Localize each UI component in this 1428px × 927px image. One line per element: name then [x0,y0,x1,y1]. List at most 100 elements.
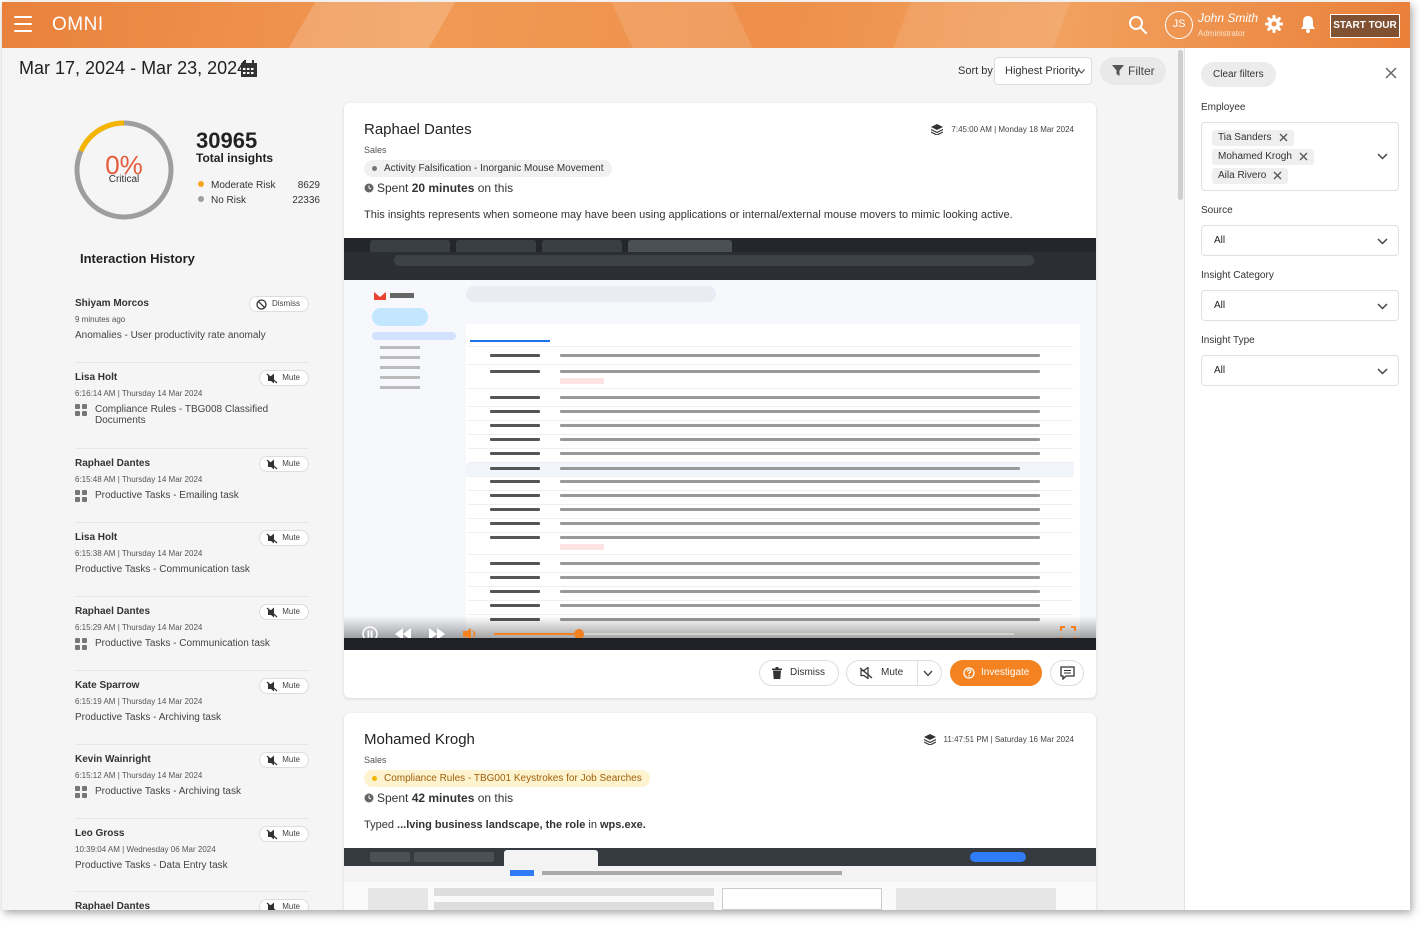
history-item[interactable]: Shiyam Morcos Dismiss 9 minutes ago Anom… [75,296,309,341]
scrollbar[interactable] [1178,50,1183,200]
bell-icon[interactable] [1299,14,1317,34]
grid-icon [75,404,88,417]
divider [75,744,309,745]
mute-icon [266,459,278,470]
total-insights-label: Total insights [196,151,274,165]
date-range[interactable]: Mar 17, 2024 - Mar 23, 2024 [19,58,247,79]
recorded-app-ribbon [344,882,1096,910]
search-icon[interactable] [1128,15,1148,35]
spent-value: 42 minutes [411,791,475,805]
mute-button[interactable]: Mute [259,899,309,910]
history-desc: Productive Tasks - Archiving task [75,712,221,723]
close-icon[interactable] [1273,171,1282,180]
app-window: OMNI JS John Smith Administrator START T… [2,2,1410,910]
spent-prefix: Spent [377,791,409,805]
card-employee-name[interactable]: Raphael Dantes [364,121,472,138]
insight-tag-text: Compliance Rules - TBG001 Keystrokes for… [384,773,642,784]
gmail-inbox-list [466,324,1080,650]
mute-button[interactable]: Mute [259,826,309,842]
recorded-app-tabs [344,848,1096,866]
employee-multiselect[interactable]: Tia Sanders Mohamed Krogh Aila Rivero [1201,122,1399,191]
typed-prefix: Typed [364,819,394,831]
investigate-label: Investigate [981,667,1030,678]
mute-button[interactable]: Mute [259,604,309,620]
no-risk-value: 22336 [292,195,320,206]
layers-icon [923,734,936,745]
clear-filters-button[interactable]: Clear filters [1201,62,1276,87]
history-item[interactable]: Raphael Dantes Mute [75,891,309,910]
card-timestamp-text: 7:45:00 AM | Monday 18 Mar 2024 [951,125,1074,134]
history-desc: Productive Tasks - Communication task [75,564,250,575]
mute-icon [266,607,278,618]
dismiss-button[interactable]: Dismiss [249,296,309,312]
mute-button[interactable]: Mute [259,752,309,768]
history-desc-text: Compliance Rules - TBG008 Classified Doc… [95,404,269,426]
history-desc: Anomalies - User productivity rate anoma… [75,330,266,341]
mute-button[interactable]: Mute [259,530,309,546]
card-timestamp: 11:47:51 PM | Saturday 16 Mar 2024 [923,734,1074,745]
history-time: 6:15:38 AM | Thursday 14 Mar 2024 [75,549,203,558]
recorded-app-menu [344,866,1096,882]
card-employee-name[interactable]: Mohamed Krogh [364,731,475,748]
history-item[interactable]: Lisa Holt Mute 6:15:38 AM | Thursday 14 … [75,522,309,575]
history-item[interactable]: Kate Sparrow Mute 6:15:19 AM | Thursday … [75,670,309,723]
history-item[interactable]: Raphael Dantes Mute 6:15:29 AM | Thursda… [75,596,309,650]
comment-button[interactable] [1050,660,1084,686]
ban-icon [256,299,267,310]
mute-label: Mute [881,667,904,678]
close-icon[interactable] [1385,67,1397,79]
history-item[interactable]: Raphael Dantes Mute 6:15:48 AM | Thursda… [75,448,309,502]
insight-card: Mohamed Krogh Sales 11:47:51 PM | Saturd… [344,713,1096,910]
insight-tag-text: Activity Falsification - Inorganic Mouse… [384,163,604,174]
layers-icon [931,124,944,135]
investigate-button[interactable]: Investigate [950,660,1042,686]
gmail-compose [372,308,428,326]
chevron-down-icon [1377,368,1388,375]
history-desc-text: Productive Tasks - Archiving task [95,786,241,797]
insight-type-select[interactable]: All [1201,355,1399,386]
dismiss-label: Dismiss [790,667,825,678]
no-risk-label: No Risk [211,195,247,206]
source-select[interactable]: All [1201,225,1399,256]
no-risk-dot [198,196,204,202]
insight-category-select[interactable]: All [1201,290,1399,321]
header-decoration [611,2,753,48]
history-item[interactable]: Lisa Holt Mute 6:16:14 AM | Thursday 14 … [75,362,309,426]
chevron-down-icon[interactable] [1377,153,1388,160]
recorded-taskbar [344,638,1096,650]
trash-icon [772,667,782,679]
no-risk-row: No Risk 22336 [198,195,320,206]
tag-dot [372,776,377,781]
clock-icon [364,793,374,803]
recording-player[interactable] [344,238,1096,650]
user-role: Administrator [1198,29,1246,38]
close-icon[interactable] [1279,133,1288,142]
menu-icon[interactable] [14,16,32,32]
gmail-search [466,286,716,302]
history-item[interactable]: Kevin Wainright Mute 6:15:12 AM | Thursd… [75,744,309,799]
recording-player[interactable] [344,848,1096,910]
start-tour-button[interactable]: START TOUR [1330,14,1400,38]
mute-button[interactable]: Mute [259,370,309,386]
filter-button[interactable]: Filter [1100,57,1166,85]
avatar[interactable]: JS [1165,11,1193,39]
sort-select[interactable]: Highest Priority [994,57,1092,85]
divider [75,818,309,819]
insight-tag: Compliance Rules - TBG001 Keystrokes for… [364,770,650,787]
progress-fill [494,633,578,635]
user-name[interactable]: John Smith [1198,11,1258,25]
source-value: All [1214,235,1226,246]
mute-button[interactable]: Mute [259,678,309,694]
chevron-down-icon[interactable] [923,670,933,677]
mute-button[interactable]: Mute [846,660,942,686]
gear-icon[interactable] [1264,14,1284,34]
mute-label: Mute [282,829,300,838]
close-icon[interactable] [1299,152,1308,161]
dismiss-button[interactable]: Dismiss [759,660,839,686]
history-item[interactable]: Leo Gross Mute 10:39:04 AM | Wednesday 0… [75,818,309,871]
grid-icon [75,786,88,799]
divider [75,362,309,363]
mute-button[interactable]: Mute [259,456,309,472]
browser-bookmarks [344,268,1096,280]
calendar-icon[interactable] [240,60,258,78]
